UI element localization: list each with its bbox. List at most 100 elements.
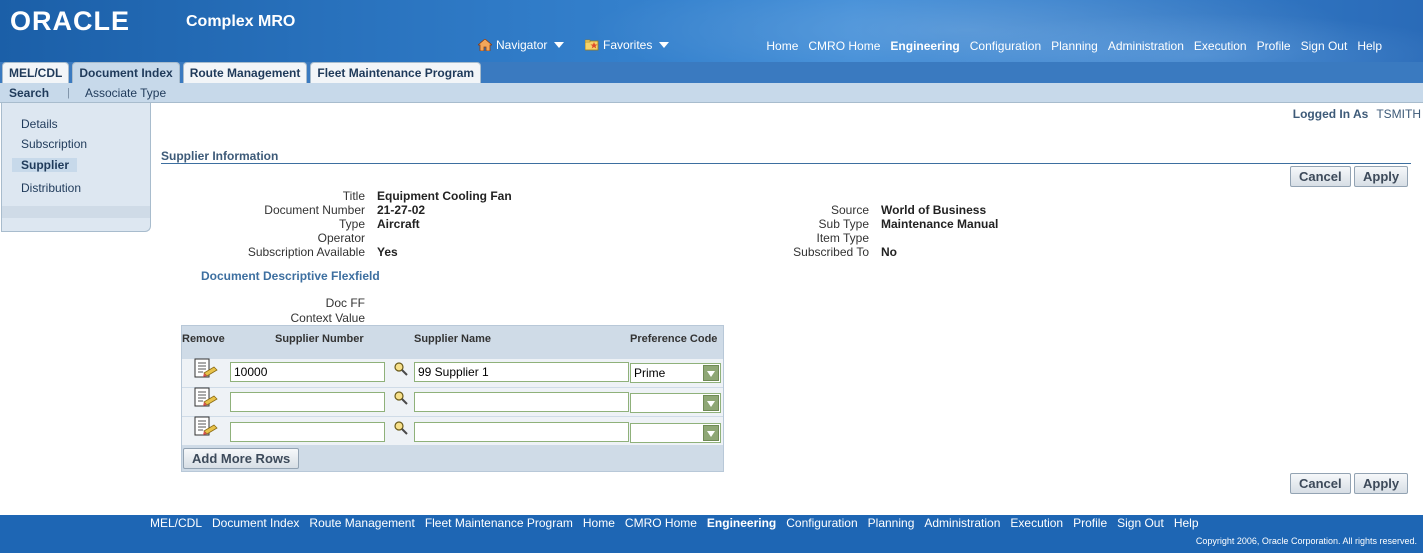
side-nav-distribution[interactable]: Distribution	[21, 181, 81, 195]
global-link-home[interactable]: Home	[766, 39, 798, 53]
remove-row-icon[interactable]	[192, 357, 218, 383]
chevron-down-icon	[703, 395, 719, 411]
footer-link-profile[interactable]: Profile	[1073, 516, 1107, 530]
tab-document-index[interactable]: Document Index	[72, 62, 180, 83]
global-link-execution[interactable]: Execution	[1194, 39, 1247, 53]
document-number-label: Document Number	[264, 203, 365, 217]
subscription-available-value: Yes	[377, 245, 398, 259]
item-type-label: Item Type	[816, 231, 869, 245]
preference-code-value: Prime	[634, 366, 666, 380]
side-nav-subscription[interactable]: Subscription	[21, 137, 87, 151]
footer-link-mel-cdl[interactable]: MEL/CDL	[150, 516, 202, 530]
global-link-planning[interactable]: Planning	[1051, 39, 1098, 53]
tab-mel-cdl[interactable]: MEL/CDL	[2, 62, 70, 83]
type-value: Aircraft	[377, 217, 420, 231]
app-title: Complex MRO	[186, 13, 296, 30]
context-value-label: Context Value	[290, 311, 366, 325]
column-header-supplier-number: Supplier Number	[275, 333, 364, 345]
chevron-down-icon	[659, 42, 670, 48]
operator-label: Operator	[317, 231, 365, 245]
supplier-name-input[interactable]	[414, 392, 629, 412]
remove-row-icon[interactable]	[192, 415, 218, 441]
global-link-engineering[interactable]: Engineering	[890, 39, 959, 53]
remove-row-icon[interactable]	[192, 386, 218, 412]
footer-link-home[interactable]: Home	[583, 516, 615, 530]
section-divider	[161, 163, 1411, 164]
title-value: Equipment Cooling Fan	[377, 189, 512, 203]
supplier-number-input[interactable]: 10000	[230, 362, 385, 382]
subtab-search[interactable]: Search	[9, 86, 49, 100]
add-more-rows-button[interactable]: Add More Rows	[183, 448, 300, 469]
copyright: Copyright 2006, Oracle Corporation. All …	[1195, 536, 1417, 546]
search-icon[interactable]	[393, 390, 409, 406]
global-link-help[interactable]: Help	[1357, 39, 1382, 53]
favorites-folder-icon	[585, 39, 599, 51]
supplier-number-input[interactable]	[230, 392, 385, 412]
footer-link-document-index[interactable]: Document Index	[212, 516, 299, 530]
subscribed-to-value: No	[881, 245, 897, 259]
document-number-value: 21-27-02	[377, 203, 426, 217]
column-header-supplier-name: Supplier Name	[414, 333, 492, 345]
sub-type-label: Sub Type	[818, 217, 869, 231]
logged-in-info: Logged In As TSMITH	[1293, 107, 1421, 121]
supplier-name-input[interactable]: 99 Supplier 1	[414, 362, 629, 382]
column-header-preference-code: Preference Code	[630, 333, 718, 345]
cancel-button[interactable]: Cancel	[1290, 166, 1351, 187]
oracle-logo: ORACLE	[10, 6, 130, 36]
cancel-button-bottom[interactable]: Cancel	[1290, 473, 1351, 494]
source-label: Source	[830, 203, 869, 217]
footer-link-route-management[interactable]: Route Management	[309, 516, 414, 530]
supplier-name-input[interactable]	[414, 422, 629, 442]
footer-link-configuration[interactable]: Configuration	[786, 516, 857, 530]
global-links: Home CMRO Home Engineering Configuration…	[766, 39, 1382, 53]
side-nav-supplier[interactable]: Supplier	[12, 158, 78, 172]
supplier-number-input[interactable]	[230, 422, 385, 442]
subtab-associate-type[interactable]: Associate Type	[85, 86, 166, 100]
footer-link-planning[interactable]: Planning	[868, 516, 915, 530]
section-title: Supplier Information	[161, 149, 279, 163]
tab-route-management[interactable]: Route Management	[182, 62, 308, 83]
subscription-available-label: Subscription Available	[247, 245, 365, 259]
global-link-sign-out[interactable]: Sign Out	[1301, 39, 1348, 53]
global-link-configuration[interactable]: Configuration	[970, 39, 1041, 53]
favorites-menu[interactable]: Favorites	[585, 38, 670, 52]
subscribed-to-label: Subscribed To	[793, 245, 869, 259]
search-icon[interactable]	[393, 361, 409, 377]
logged-in-label: Logged In As	[1292, 107, 1369, 121]
footer-link-administration[interactable]: Administration	[924, 516, 1000, 530]
navigator-menu[interactable]: Navigator	[478, 38, 565, 52]
global-link-cmro-home[interactable]: CMRO Home	[808, 39, 880, 53]
tab-fleet-maintenance-program[interactable]: Fleet Maintenance Program	[310, 62, 482, 83]
sub-type-value: Maintenance Manual	[881, 217, 999, 231]
footer-link-fleet-maintenance-program[interactable]: Fleet Maintenance Program	[425, 516, 573, 530]
footer-link-help[interactable]: Help	[1174, 516, 1199, 530]
navigator-label: Navigator	[496, 38, 548, 52]
favorites-label: Favorites	[603, 38, 653, 52]
footer-link-cmro-home[interactable]: CMRO Home	[625, 516, 697, 530]
footer-link-engineering[interactable]: Engineering	[707, 516, 776, 530]
side-nav-details[interactable]: Details	[21, 117, 58, 131]
main-tabs: MEL/CDL Document Index Route Management …	[2, 62, 482, 83]
search-icon[interactable]	[393, 420, 409, 436]
footer-link-sign-out[interactable]: Sign Out	[1117, 516, 1164, 530]
type-label: Type	[338, 217, 365, 231]
global-link-profile[interactable]: Profile	[1257, 39, 1291, 53]
footer-link-execution[interactable]: Execution	[1010, 516, 1063, 530]
source-value: World of Business	[881, 203, 987, 217]
apply-button[interactable]: Apply	[1354, 166, 1409, 187]
preference-code-select[interactable]: Prime	[630, 363, 721, 383]
column-header-remove: Remove	[182, 333, 225, 345]
footer-links: MEL/CDL Document Index Route Management …	[150, 516, 1199, 530]
subtab-separator: |	[67, 87, 70, 99]
logged-in-user: TSMITH	[1376, 107, 1421, 121]
chevron-down-icon	[703, 365, 719, 381]
global-link-administration[interactable]: Administration	[1108, 39, 1184, 53]
apply-button-bottom[interactable]: Apply	[1354, 473, 1409, 494]
flexfield-title: Document Descriptive Flexfield	[201, 269, 380, 283]
chevron-down-icon	[554, 42, 565, 48]
title-label: Title	[342, 189, 365, 203]
doc-ff-label: Doc FF	[325, 296, 365, 310]
preference-code-select[interactable]	[630, 393, 721, 413]
preference-code-select[interactable]	[630, 423, 721, 443]
chevron-down-icon	[703, 425, 719, 441]
